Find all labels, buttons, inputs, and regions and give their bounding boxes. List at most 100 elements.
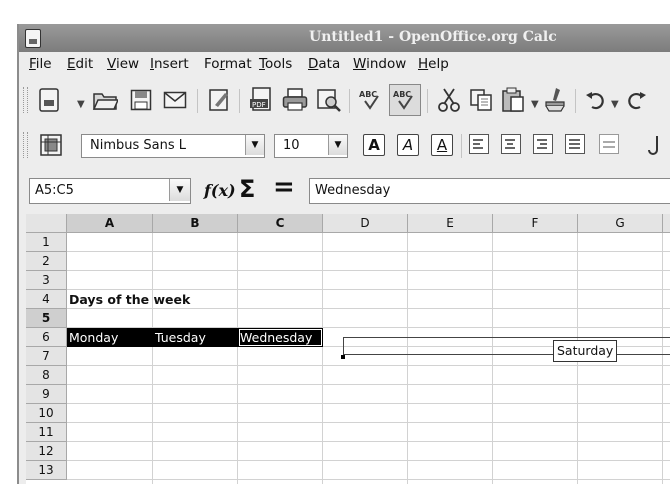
menu-bar: File Edit View Insert Format Tools Data … bbox=[19, 52, 670, 76]
cell-c5[interactable]: Wednesday bbox=[238, 328, 323, 347]
fill-handle[interactable] bbox=[341, 355, 345, 359]
window-title: Untitled1 - OpenOffice.org Calc bbox=[309, 29, 557, 45]
menu-edit[interactable]: Edit bbox=[67, 56, 93, 72]
print-preview-icon[interactable] bbox=[315, 86, 343, 114]
name-box[interactable]: A5:C5 ▼ bbox=[29, 178, 191, 204]
menu-file[interactable]: File bbox=[29, 56, 52, 72]
spreadsheet-grid[interactable]: A B C D E F G 1 2 3 4 5 6 7 8 9 10 11 12… bbox=[26, 214, 670, 484]
print-icon[interactable] bbox=[281, 86, 309, 114]
grid-line bbox=[67, 479, 670, 480]
toolbar-grip[interactable] bbox=[23, 87, 28, 113]
chevron-down-icon[interactable]: ▼ bbox=[245, 135, 264, 155]
row-header-7[interactable]: 7 bbox=[26, 347, 67, 366]
font-size-value: 10 bbox=[283, 138, 300, 153]
input-line[interactable]: Wednesday bbox=[309, 178, 670, 204]
column-header-b[interactable]: B bbox=[153, 214, 238, 233]
calc-window: Untitled1 - OpenOffice.org Calc File Edi… bbox=[17, 24, 670, 484]
formula-bar: A5:C5 ▼ f(x) Σ = Wednesday bbox=[19, 170, 670, 212]
undo-dropdown-icon[interactable]: ▼ bbox=[611, 99, 619, 110]
column-header-g[interactable]: G bbox=[578, 214, 663, 233]
menu-format[interactable]: Format bbox=[204, 56, 252, 72]
toolbar-separator bbox=[349, 89, 350, 113]
column-header-e[interactable]: E bbox=[408, 214, 493, 233]
grid-line bbox=[67, 384, 670, 385]
row-header-4[interactable]: 4 bbox=[26, 290, 67, 309]
grid-line bbox=[67, 403, 670, 404]
menu-view[interactable]: View bbox=[107, 56, 139, 72]
underline-button[interactable]: A bbox=[431, 134, 453, 156]
save-icon[interactable] bbox=[127, 86, 155, 114]
function-wizard-button[interactable]: f(x) bbox=[204, 181, 236, 200]
redo-icon[interactable] bbox=[623, 86, 651, 114]
autospellcheck-icon[interactable]: ABC bbox=[389, 84, 421, 116]
row-header-1[interactable]: 1 bbox=[26, 233, 67, 252]
chevron-down-icon[interactable]: ▼ bbox=[169, 179, 190, 201]
row-header-10[interactable]: 10 bbox=[26, 404, 67, 423]
new-document-icon[interactable] bbox=[35, 86, 63, 114]
align-left-button[interactable] bbox=[469, 134, 489, 154]
toolbar-grip[interactable] bbox=[23, 132, 28, 158]
font-size-combo[interactable]: 10 ▼ bbox=[274, 134, 348, 158]
cell-a3[interactable]: Days of the week bbox=[67, 290, 237, 309]
font-name-value: Nimbus Sans L bbox=[90, 138, 187, 153]
format-paintbrush-icon[interactable] bbox=[541, 86, 569, 114]
email-icon[interactable] bbox=[161, 86, 189, 114]
row-header-6[interactable]: 6 bbox=[26, 328, 67, 347]
column-header-c[interactable]: C bbox=[238, 214, 323, 233]
row-header-9[interactable]: 9 bbox=[26, 385, 67, 404]
column-header-h[interactable] bbox=[663, 214, 670, 233]
toolbar-separator bbox=[575, 89, 576, 113]
formatting-toolbar: Nimbus Sans L ▼ 10 ▼ A A A bbox=[19, 124, 670, 166]
toolbar-separator bbox=[197, 89, 198, 113]
toolbar-separator bbox=[239, 89, 240, 113]
row-header-12[interactable]: 12 bbox=[26, 442, 67, 461]
chevron-down-icon[interactable]: ▼ bbox=[328, 135, 347, 155]
menu-insert[interactable]: Insert bbox=[150, 56, 189, 72]
paste-dropdown-icon[interactable]: ▼ bbox=[531, 99, 539, 110]
justify-button[interactable] bbox=[565, 134, 585, 154]
edit-file-icon[interactable] bbox=[205, 86, 233, 114]
font-name-combo[interactable]: Nimbus Sans L ▼ bbox=[81, 134, 265, 158]
cut-icon[interactable] bbox=[435, 86, 463, 114]
column-header-f[interactable]: F bbox=[493, 214, 578, 233]
menu-data[interactable]: Data bbox=[308, 56, 340, 72]
paste-icon[interactable] bbox=[499, 86, 527, 114]
menu-help[interactable]: Help bbox=[418, 56, 449, 72]
select-all-corner[interactable] bbox=[26, 214, 67, 233]
autofill-tooltip: Saturday bbox=[553, 340, 618, 362]
undo-icon[interactable] bbox=[581, 86, 609, 114]
cell-a5[interactable]: Monday bbox=[67, 328, 153, 347]
align-center-button[interactable] bbox=[501, 134, 521, 154]
grid-line bbox=[67, 251, 670, 252]
spellcheck-icon[interactable]: ABC bbox=[357, 86, 385, 114]
toolbar-separator bbox=[427, 89, 428, 113]
title-bar[interactable]: Untitled1 - OpenOffice.org Calc bbox=[19, 24, 670, 52]
merge-cells-button[interactable] bbox=[599, 134, 619, 154]
column-header-d[interactable]: D bbox=[323, 214, 408, 233]
column-header-a[interactable]: A bbox=[67, 214, 153, 233]
export-pdf-icon[interactable]: PDF bbox=[247, 86, 275, 114]
new-dropdown-icon[interactable]: ▼ bbox=[77, 99, 85, 110]
document-app-icon[interactable] bbox=[25, 29, 41, 48]
menu-tools[interactable]: Tools bbox=[259, 56, 292, 72]
bold-button[interactable]: A bbox=[363, 134, 385, 156]
row-header-8[interactable]: 8 bbox=[26, 366, 67, 385]
function-button[interactable]: = bbox=[273, 172, 295, 202]
row-header-5[interactable]: 5 bbox=[26, 309, 67, 328]
grid-line bbox=[67, 441, 670, 442]
row-header-13[interactable]: 13 bbox=[26, 461, 67, 480]
number-format-icon[interactable] bbox=[639, 131, 667, 159]
row-header-3[interactable]: 3 bbox=[26, 271, 67, 290]
italic-button[interactable]: A bbox=[397, 134, 419, 156]
menu-window[interactable]: Window bbox=[353, 56, 406, 72]
grid-line bbox=[67, 365, 670, 366]
row-header-2[interactable]: 2 bbox=[26, 252, 67, 271]
open-folder-icon[interactable] bbox=[91, 86, 119, 114]
sum-button[interactable]: Σ bbox=[239, 175, 255, 203]
name-box-value: A5:C5 bbox=[35, 183, 74, 198]
styles-formatting-icon[interactable] bbox=[37, 131, 65, 159]
cell-b5[interactable]: Tuesday bbox=[153, 328, 238, 347]
row-header-11[interactable]: 11 bbox=[26, 423, 67, 442]
align-right-button[interactable] bbox=[533, 134, 553, 154]
copy-icon[interactable] bbox=[467, 86, 495, 114]
